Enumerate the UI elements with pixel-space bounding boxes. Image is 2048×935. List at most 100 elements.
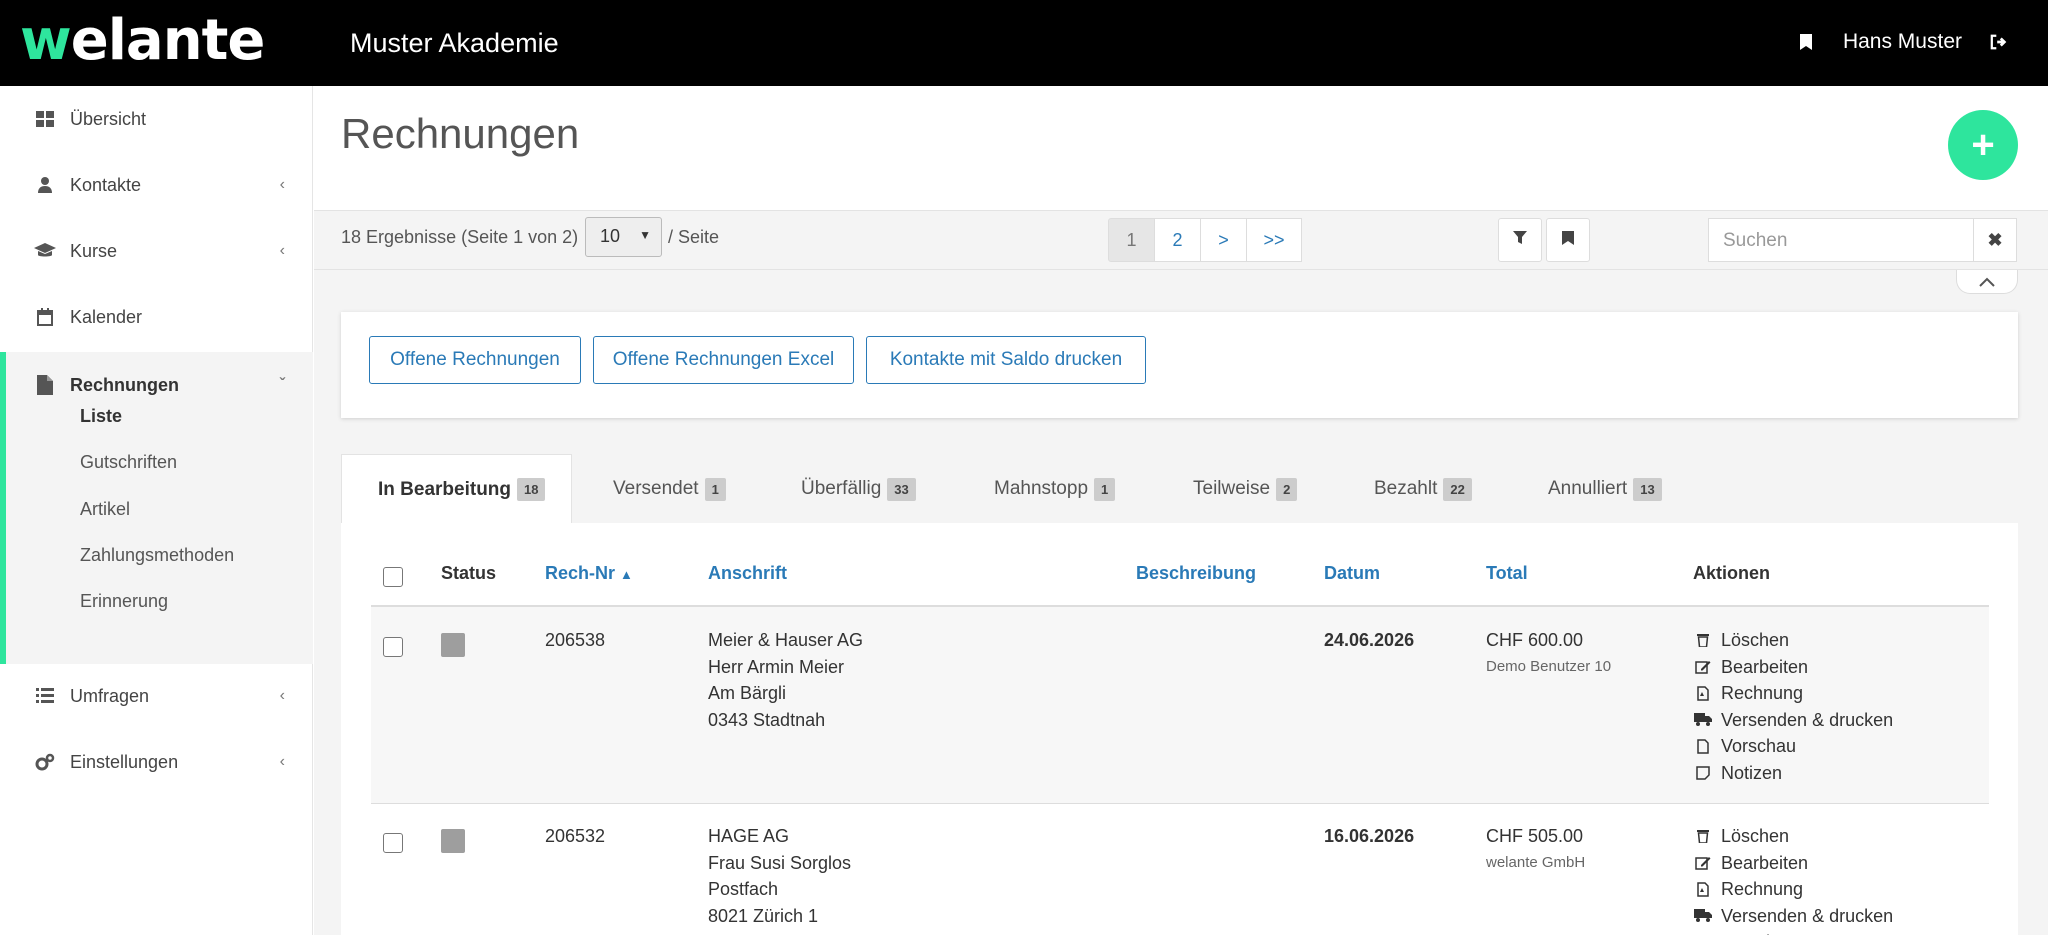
tab-bezahlt[interactable]: Bezahlt 22: [1374, 454, 1472, 524]
row-checkbox[interactable]: [383, 833, 403, 853]
action-label: Vorschau: [1721, 929, 1796, 935]
column-header-anschrift[interactable]: Anschrift: [708, 563, 787, 584]
sidebar-subitem-artikel[interactable]: Artikel: [80, 499, 130, 520]
page-1-button[interactable]: 1: [1108, 218, 1155, 262]
action-label: Bearbeiten: [1721, 656, 1809, 677]
invoice-total: CHF 600.00 Demo Benutzer 10: [1486, 627, 1611, 680]
sidebar-subitem-liste[interactable]: Liste: [80, 406, 122, 427]
address-line: HAGE AG: [708, 826, 790, 846]
trash-icon: [1693, 633, 1713, 648]
row-checkbox[interactable]: [383, 637, 403, 657]
clear-search-button[interactable]: ✖: [1973, 218, 2017, 262]
filter-button[interactable]: [1498, 218, 1542, 262]
total-amount: CHF 600.00: [1486, 630, 1584, 650]
saved-filter-button[interactable]: [1546, 218, 1590, 262]
print-contacts-balance-button[interactable]: Kontakte mit Saldo drucken: [866, 336, 1146, 384]
sidebar-item-kontakte[interactable]: Kontakte ‹: [0, 152, 313, 218]
gears-icon: [34, 753, 56, 771]
sidebar-item-label: Rechnungen: [70, 374, 180, 395]
preview-action[interactable]: Vorschau: [1693, 929, 1893, 935]
action-label: Löschen: [1721, 826, 1790, 846]
sidebar-subitem-gutschriften[interactable]: Gutschriften: [80, 452, 177, 473]
add-invoice-button[interactable]: +: [1948, 110, 2018, 180]
preview-action[interactable]: Vorschau: [1693, 733, 1893, 760]
tab-annulliert[interactable]: Annulliert 13: [1548, 454, 1662, 524]
delete-action[interactable]: Löschen: [1693, 823, 1893, 850]
bookmark-icon: [1562, 230, 1574, 250]
sidebar-item-label: Umfragen: [70, 685, 150, 706]
filter-icon: [1513, 230, 1527, 250]
per-page-value: 10: [600, 226, 621, 246]
count-badge: 18: [517, 478, 546, 501]
pagination: 1 2 > >>: [1108, 218, 1302, 262]
user-name[interactable]: Hans Muster: [1843, 30, 1962, 54]
sidebar-item-kalender[interactable]: Kalender: [0, 284, 313, 350]
search-input[interactable]: Suchen: [1708, 218, 1974, 262]
sidebar-item-rechnungen[interactable]: Rechnungen ˇ: [0, 352, 313, 418]
chevron-left-icon: ‹: [279, 176, 285, 193]
column-header-rech-nr[interactable]: Rech-Nr ▲: [545, 563, 633, 584]
welante-logo[interactable]: welante: [20, 8, 265, 73]
edit-icon: [1693, 660, 1713, 674]
sidebar-subitem-zahlungsmethoden[interactable]: Zahlungsmethoden: [80, 545, 234, 566]
action-label: Versenden & drucken: [1721, 709, 1894, 730]
count-badge: 33: [887, 477, 916, 501]
tab-label: Bezahlt: [1374, 478, 1438, 499]
invoice-number[interactable]: 206538: [545, 627, 605, 654]
address-line: Meier & Hauser AG: [708, 630, 864, 650]
send-print-action[interactable]: Versenden & drucken: [1693, 903, 1893, 930]
bookmark-icon[interactable]: [1797, 31, 1815, 53]
invoice-number[interactable]: 206532: [545, 823, 605, 850]
organization-name: Muster Akademie: [350, 28, 559, 58]
column-header-beschreibung[interactable]: Beschreibung: [1136, 563, 1256, 584]
tab-teilweise[interactable]: Teilweise 2: [1193, 454, 1298, 524]
last-page-button[interactable]: >>: [1246, 218, 1302, 262]
sidebar-item-uebersicht[interactable]: Übersicht: [0, 86, 313, 152]
address-line: 0343 Stadtnah: [708, 709, 826, 730]
tab-mahnstopp[interactable]: Mahnstopp 1: [994, 454, 1116, 524]
action-label: Rechnung: [1721, 683, 1804, 703]
sidebar-item-umfragen[interactable]: Umfragen ‹: [0, 663, 313, 729]
select-all-checkbox[interactable]: [383, 567, 403, 587]
address: HAGE AG Frau Susi Sorglos Postfach 8021 …: [708, 823, 851, 929]
column-header-datum[interactable]: Datum: [1324, 563, 1380, 584]
tab-versendet[interactable]: Versendet 1: [613, 454, 726, 524]
sticky-note-icon: [1693, 766, 1713, 780]
page-2-button[interactable]: 2: [1154, 218, 1201, 262]
list-toolbar: 18 Ergebnisse (Seite 1 von 2) 10 ▼ / Sei…: [314, 210, 2048, 270]
page-title: Rechnungen: [341, 110, 580, 157]
edit-action[interactable]: Bearbeiten: [1693, 654, 1893, 681]
action-label: Löschen: [1721, 630, 1790, 650]
logout-icon[interactable]: [1990, 31, 2008, 53]
tab-ueberfaellig[interactable]: Überfällig 33: [801, 454, 916, 524]
sidebar-item-kurse[interactable]: Kurse ‹: [0, 218, 313, 284]
file-icon: [34, 375, 56, 395]
list-icon: [34, 688, 56, 704]
page-header: Rechnungen +: [314, 86, 2048, 210]
notes-action[interactable]: Notizen: [1693, 760, 1893, 787]
address-line: Frau Susi Sorglos: [708, 852, 852, 873]
open-invoices-excel-button[interactable]: Offene Rechnungen Excel: [593, 336, 854, 384]
invoice-total: CHF 505.00 welante GmbH: [1486, 823, 1585, 876]
address-line: Herr Armin Meier: [708, 656, 845, 677]
tab-label: Versendet: [613, 478, 699, 499]
chevron-left-icon: ‹: [279, 242, 285, 259]
edit-action[interactable]: Bearbeiten: [1693, 850, 1893, 877]
delete-action[interactable]: Löschen: [1693, 627, 1893, 654]
status-indicator: [441, 829, 465, 853]
column-header-total[interactable]: Total: [1486, 563, 1528, 584]
next-page-button[interactable]: >: [1200, 218, 1247, 262]
sidebar-subitem-erinnerung[interactable]: Erinnerung: [80, 591, 168, 612]
per-page-select[interactable]: 10 ▼: [585, 217, 662, 257]
open-invoices-button[interactable]: Offene Rechnungen: [369, 336, 581, 384]
chevron-left-icon: ‹: [279, 753, 285, 770]
collapse-toggle[interactable]: [1956, 270, 2018, 294]
invoice-date: 24.06.2026: [1324, 630, 1415, 650]
count-badge: 1: [704, 477, 726, 501]
chevron-up-icon: [1979, 274, 1995, 290]
sidebar-item-einstellungen[interactable]: Einstellungen ‹: [0, 729, 313, 795]
send-print-action[interactable]: Versenden & drucken: [1693, 707, 1893, 734]
tab-in-bearbeitung[interactable]: In Bearbeitung 18: [341, 454, 572, 524]
invoice-pdf-action[interactable]: Rechnung: [1693, 680, 1893, 707]
invoice-pdf-action[interactable]: Rechnung: [1693, 876, 1893, 903]
